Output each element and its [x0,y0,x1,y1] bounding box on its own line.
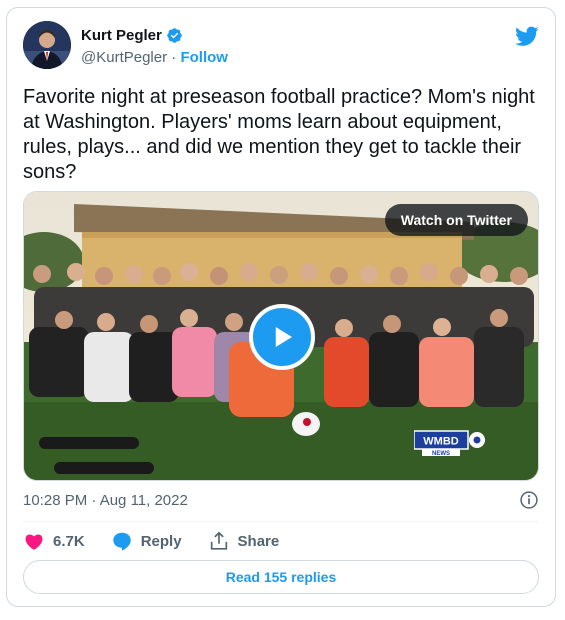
verified-badge-icon [167,28,182,43]
author-name[interactable]: Kurt Pegler [81,27,162,44]
reply-button[interactable]: Reply [111,530,182,552]
share-label: Share [237,532,280,550]
tweet-meta: 10:28 PM · Aug 11, 2022 [23,490,539,510]
play-icon [275,327,292,347]
like-button[interactable]: 6.7K [23,530,85,552]
station-logo-text: WMBD [423,436,458,448]
share-button[interactable]: Share [208,530,280,552]
heart-icon [25,534,43,550]
reply-label: Reply [140,532,182,550]
video-player[interactable]: Watch on Twitter WMBD NEWS [23,191,539,481]
station-logo: WMBD NEWS [414,430,485,457]
play-button[interactable] [249,304,315,370]
handle-separator: · [171,49,177,66]
watch-on-twitter-button[interactable]: Watch on Twitter [384,204,528,236]
share-icon [210,531,227,550]
tweet-card: Kurt Pegler @KurtPegler · Follow Favorit… [6,7,556,607]
info-icon[interactable] [519,490,539,510]
read-replies-button[interactable]: Read 155 replies [23,560,539,594]
like-count: 6.7K [53,532,85,550]
avatar[interactable] [23,21,71,69]
author-handle-row: @KurtPegler · Follow [81,49,228,66]
follow-button[interactable]: Follow [180,49,228,66]
station-logo-sub: NEWS [432,451,450,457]
tweet-text: Favorite night at preseason football pra… [23,86,535,183]
tweet-timestamp[interactable]: 10:28 PM · Aug 11, 2022 [23,492,188,509]
twitter-bird-icon[interactable] [515,24,539,48]
author-handle[interactable]: @KurtPegler [81,49,167,66]
action-bar: 6.7K Reply Share [23,529,305,553]
author-name-row: Kurt Pegler [81,27,183,44]
reply-icon [112,532,131,551]
divider [23,521,539,522]
